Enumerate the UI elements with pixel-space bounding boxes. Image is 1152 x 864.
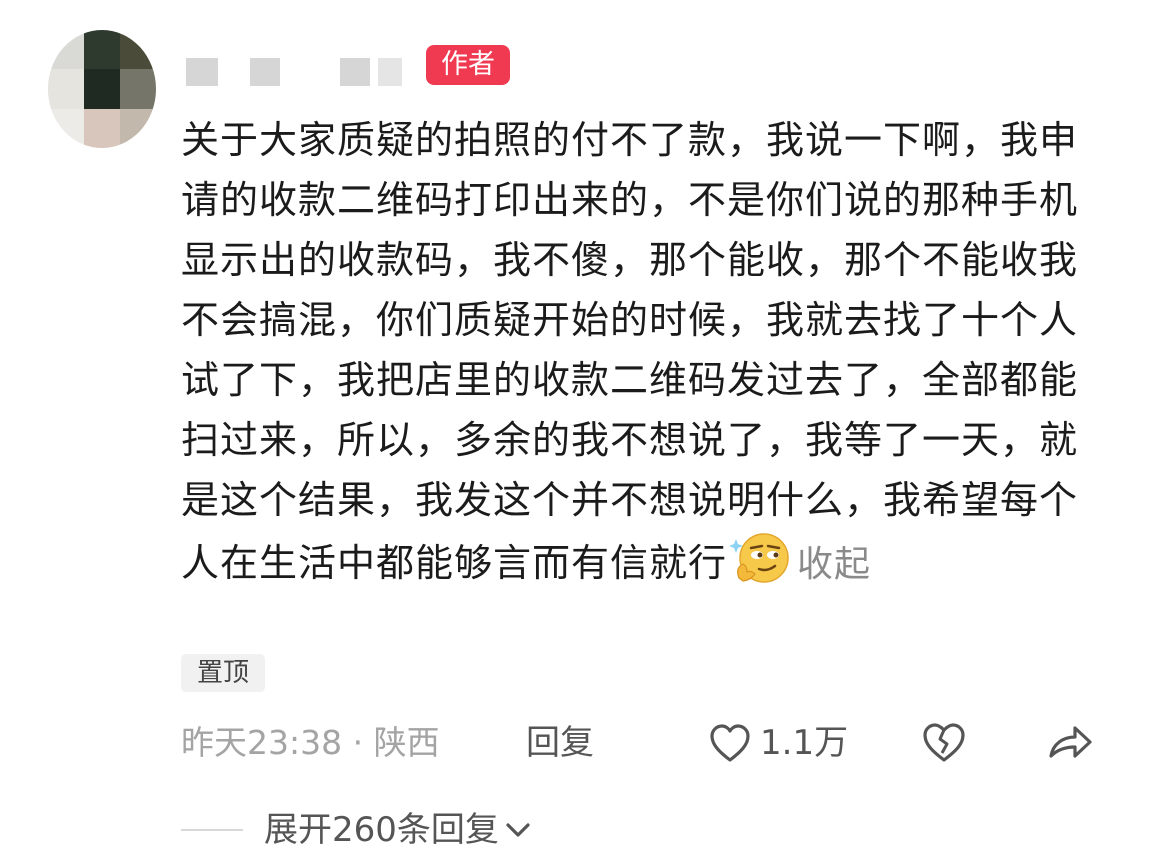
pinned-tag: 置顶 — [181, 654, 265, 692]
divider — [181, 829, 243, 831]
heart-outline-icon — [710, 724, 750, 762]
smirk-emoji-icon — [729, 533, 789, 583]
broken-heart-icon[interactable] — [920, 720, 968, 766]
avatar[interactable] — [48, 30, 156, 148]
username-blurred[interactable] — [250, 58, 280, 86]
comment-text: 关于大家质疑的拍照的付不了款，我说一下啊，我申请的收款二维码打印出来的，不是你们… — [181, 118, 1079, 585]
expand-replies-label: 展开260条回复 — [264, 810, 499, 850]
username-blurred[interactable] — [186, 58, 218, 86]
author-badge: 作者 — [426, 45, 510, 85]
timestamp-location: 昨天23:38 · 陕西 — [181, 723, 440, 762]
reply-button[interactable]: 回复 — [526, 720, 594, 766]
like-count: 1.1万 — [760, 723, 849, 763]
share-arrow-icon[interactable] — [1045, 722, 1095, 764]
expand-replies-button[interactable]: 展开260条回复 — [264, 806, 531, 854]
username-blurred[interactable] — [340, 58, 370, 86]
comment-body: 关于大家质疑的拍照的付不了款，我说一下啊，我申请的收款二维码打印出来的，不是你们… — [181, 110, 1081, 595]
comment-card: 作者 关于大家质疑的拍照的付不了款，我说一下啊，我申请的收款二维码打印出来的，不… — [0, 0, 1152, 864]
username-blurred[interactable] — [378, 58, 402, 86]
chevron-down-icon — [506, 823, 530, 837]
like-button[interactable]: 1.1万 — [708, 718, 848, 768]
collapse-link[interactable]: 收起 — [797, 544, 871, 585]
